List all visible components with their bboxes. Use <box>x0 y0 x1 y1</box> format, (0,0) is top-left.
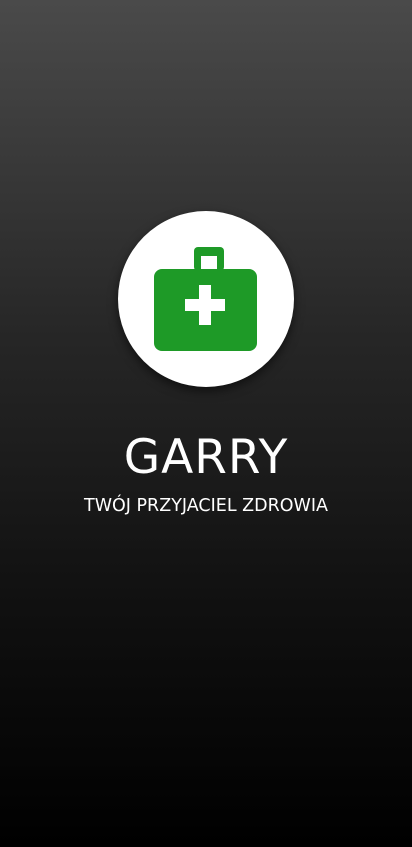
app-tagline: TWÓJ PRZYJACIEL ZDROWIA <box>84 496 328 516</box>
app-title: GARRY <box>123 430 289 485</box>
app-logo <box>118 211 294 387</box>
splash-screen: GARRY TWÓJ PRZYJACIEL ZDROWIA <box>0 0 412 847</box>
medical-kit-icon <box>154 247 257 351</box>
